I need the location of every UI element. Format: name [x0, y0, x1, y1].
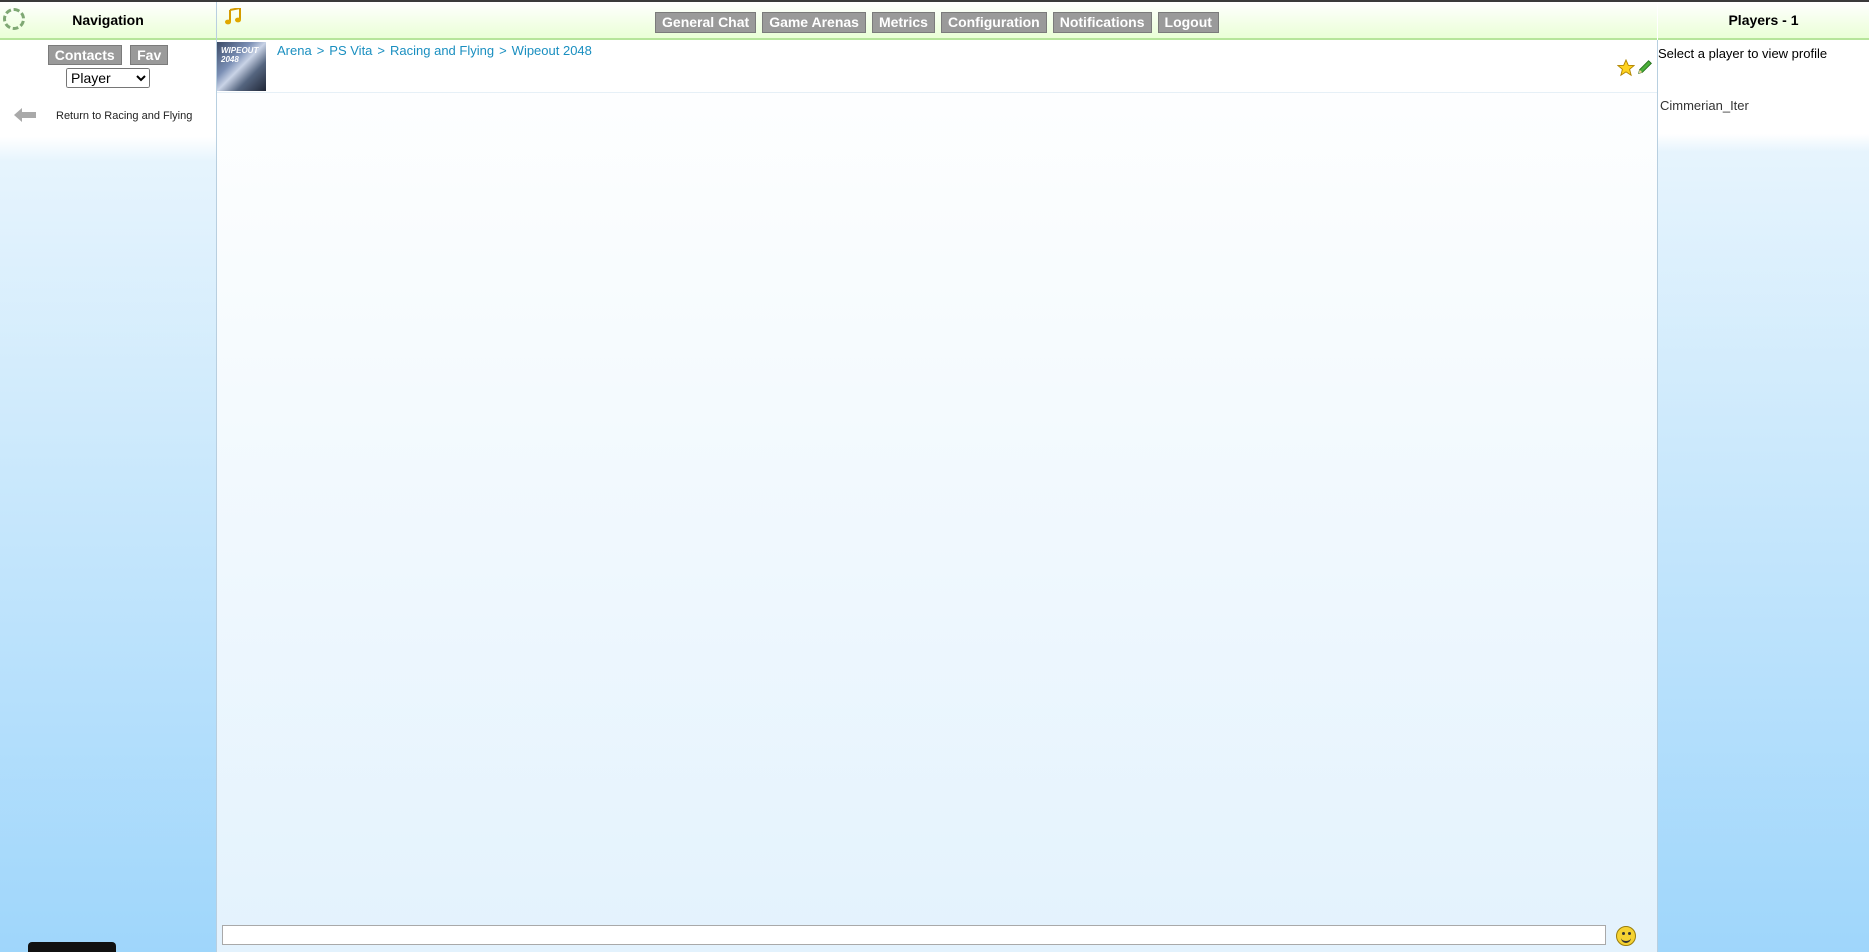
- message-input[interactable]: [222, 925, 1606, 945]
- players-title: Players - 1: [1728, 12, 1799, 28]
- breadcrumb-separator: >: [499, 43, 507, 58]
- loading-spinner-icon: [3, 8, 25, 30]
- game-thumbnail-logo: WIPEOUT 2048: [221, 46, 259, 64]
- game-arenas-button[interactable]: Game Arenas: [762, 12, 866, 33]
- player-select-wrap: Player: [0, 68, 216, 88]
- breadcrumb-separator: >: [316, 43, 325, 58]
- breadcrumb: Arena > PS Vita > Racing and Flying > Wipeout …: [277, 43, 592, 58]
- favorite-star-icon[interactable]: [1617, 59, 1635, 77]
- breadcrumb-ps-vita[interactable]: PS Vita: [329, 43, 372, 58]
- top-bar: General Chat Game Arenas Metrics Configu…: [217, 2, 1657, 40]
- notifications-button[interactable]: Notifications: [1052, 12, 1152, 33]
- pencil-icon[interactable]: [1636, 58, 1654, 76]
- configuration-button[interactable]: Configuration: [940, 12, 1047, 33]
- contacts-button[interactable]: Contacts: [47, 45, 122, 65]
- profile-hint: Select a player to view profile: [1658, 46, 1828, 61]
- left-sidebar: Navigation Contacts Fav Player Return to…: [0, 2, 217, 952]
- players-header: Players - 1: [1658, 2, 1869, 40]
- arena-header: WIPEOUT 2048 Arena > PS Vita > Racing and Fl…: [217, 40, 1657, 93]
- emoji-icon[interactable]: [1616, 926, 1636, 946]
- back-arrow-icon: [14, 108, 36, 122]
- breadcrumb-racing-and-flying[interactable]: Racing and Flying: [390, 43, 494, 58]
- game-thumbnail: WIPEOUT 2048: [217, 42, 266, 91]
- right-sidebar: Players - 1 Select a player to view prof…: [1658, 2, 1869, 952]
- player-list-item[interactable]: Cimmerian_Iter: [1660, 98, 1749, 113]
- chat-area: WIPEOUT 2048 Arena > PS Vita > Racing and Fl…: [217, 40, 1658, 952]
- bottom-toolbar-tab[interactable]: [28, 942, 116, 952]
- logout-button[interactable]: Logout: [1157, 12, 1219, 33]
- contact-tabs: Contacts Fav: [0, 40, 216, 65]
- breadcrumb-arena[interactable]: Arena: [277, 43, 312, 58]
- fav-button[interactable]: Fav: [130, 45, 169, 65]
- general-chat-button[interactable]: General Chat: [655, 12, 757, 33]
- return-link[interactable]: Return to Racing and Flying: [0, 105, 216, 135]
- metrics-button[interactable]: Metrics: [871, 12, 935, 33]
- message-composer: [222, 924, 1652, 948]
- player-type-select[interactable]: Player: [66, 68, 150, 88]
- breadcrumb-separator: >: [377, 43, 386, 58]
- emoji-eye-right: [1628, 932, 1631, 935]
- emoji-eye-left: [1622, 932, 1625, 935]
- emoji-mouth: [1621, 936, 1631, 943]
- navigation-header: Navigation: [0, 2, 216, 40]
- return-link-label[interactable]: Return to Racing and Flying: [56, 110, 192, 122]
- navigation-title: Navigation: [72, 12, 144, 28]
- main-menu: General Chat Game Arenas Metrics Configu…: [217, 12, 1657, 33]
- breadcrumb-wipeout-2048[interactable]: Wipeout 2048: [512, 43, 592, 58]
